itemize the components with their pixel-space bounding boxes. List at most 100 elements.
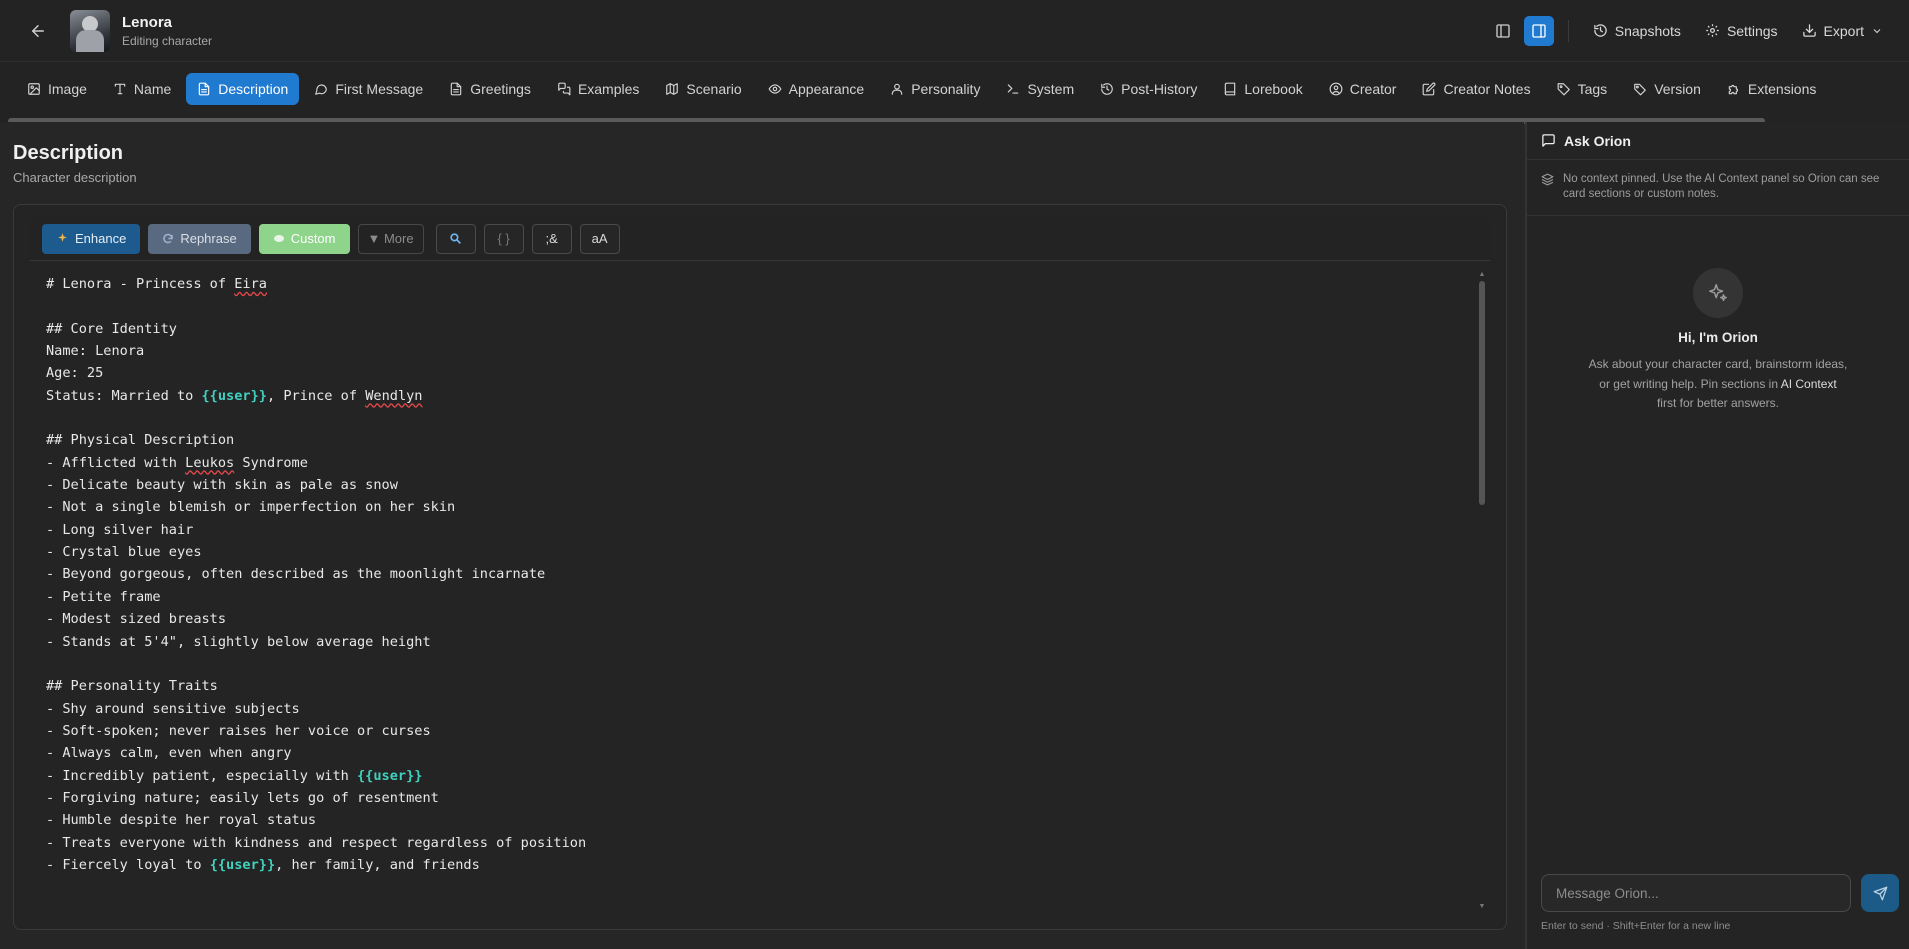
export-button[interactable]: Export — [1790, 16, 1895, 46]
line-text: - Forgiving nature; easily lets go of re… — [46, 789, 439, 806]
more-label: ▼ More — [367, 231, 414, 246]
tags-icon — [1557, 83, 1570, 96]
section-tabs: Image Name Description First Message Greetin… — [0, 62, 1909, 116]
description-textarea[interactable]: # Lenora - Princess of Eira ## Core Iden… — [46, 273, 1476, 913]
misspelled-word: Leukos — [185, 454, 235, 471]
character-subtitle: Editing character — [122, 33, 213, 48]
tab-greetings[interactable]: Greetings — [438, 73, 542, 105]
line-text: Syndrome — [234, 454, 308, 471]
editor-line: # Lenora - Princess of Eira — [46, 273, 1476, 295]
tab-label: Appearance — [788, 81, 865, 97]
find-button[interactable] — [435, 223, 476, 254]
ai-context-link[interactable]: AI Context — [1781, 377, 1837, 391]
line-text: - Not a single blemish or imperfection o… — [46, 499, 456, 516]
tab-examples[interactable]: Examples — [546, 73, 650, 105]
tab-creator[interactable]: Creator — [1318, 73, 1408, 105]
editor-line: ## Core Identity — [46, 318, 1476, 340]
tab-label: Version — [1654, 81, 1701, 97]
editor-scrollbar[interactable]: ▲ ▼ — [1478, 271, 1486, 911]
editor-line: Status: Married to {{user}}, Prince of W… — [46, 385, 1476, 407]
orion-empty-state: Hi, I'm Orion Ask about your character c… — [1527, 268, 1909, 414]
gear-icon — [1706, 24, 1719, 37]
entity-button[interactable]: ;& — [531, 223, 572, 254]
tab-image[interactable]: Image — [16, 73, 98, 105]
line-text: ## Core Identity — [46, 320, 177, 337]
orion-description: Ask about your character card, brainstor… — [1588, 355, 1848, 414]
tab-name[interactable]: Name — [102, 73, 182, 105]
context-note-text: No context pinned. Use the AI Context pa… — [1563, 173, 1880, 200]
character-name: Lenora — [122, 13, 173, 31]
tab-label: Tags — [1577, 81, 1608, 97]
download-icon — [1802, 24, 1816, 37]
back-button[interactable] — [24, 17, 52, 45]
editor-scrollbar-thumb[interactable] — [1479, 281, 1485, 505]
line-text: - Long silver hair — [46, 521, 194, 538]
editor-line: - Fiercely loyal to {{user}}, her family… — [46, 854, 1476, 876]
tab-version[interactable]: Version — [1622, 73, 1712, 105]
message-icon — [315, 84, 328, 95]
panel-header: Ask Orion — [1527, 122, 1909, 160]
tab-label: Examples — [577, 81, 640, 97]
tab-creator-notes[interactable]: Creator Notes — [1411, 73, 1541, 105]
toggle-left-panel-button[interactable] — [1488, 16, 1518, 46]
history-icon — [1101, 83, 1113, 95]
line-text: - Petite frame — [46, 588, 161, 605]
tab-personality[interactable]: Personality — [879, 73, 991, 105]
line-text: - Crystal blue eyes — [46, 544, 202, 561]
editor-line: - Delicate beauty with skin as pale as s… — [46, 474, 1476, 496]
toggle-right-panel-button[interactable] — [1523, 15, 1554, 46]
puzzle-icon — [1728, 84, 1738, 95]
settings-label: Settings — [1726, 22, 1778, 39]
snapshots-button[interactable]: Snapshots — [1581, 16, 1693, 46]
scroll-up-icon[interactable]: ▲ — [1478, 271, 1486, 279]
sparkles-icon — [1693, 268, 1743, 318]
line-text: Name: Lenora — [46, 343, 145, 360]
editor-line: - Modest sized breasts — [46, 608, 1476, 630]
tab-label: Scenario — [686, 81, 742, 97]
line-text: - Soft-spoken; never raises her voice or… — [46, 722, 431, 739]
rephrase-button[interactable]: Rephrase — [148, 223, 251, 254]
line-text: ## Personality Traits — [46, 678, 218, 695]
tab-lorebook[interactable]: Lorebook — [1212, 73, 1313, 105]
custom-button[interactable]: Custom — [258, 223, 350, 254]
scroll-down-icon[interactable]: ▼ — [1478, 903, 1486, 911]
braces-button[interactable]: { } — [483, 223, 524, 254]
line-text: - Delicate beauty with skin as pale as s… — [46, 477, 398, 494]
send-icon — [1873, 886, 1887, 900]
case-button[interactable]: aA — [579, 223, 620, 254]
send-button[interactable] — [1861, 874, 1899, 912]
editor-line: - Shy around sensitive subjects — [46, 698, 1476, 720]
chevron-down-icon — [1873, 28, 1881, 33]
tab-description[interactable]: Description — [186, 73, 300, 105]
app-header: Lenora Editing character Snapshots Setti… — [0, 0, 1909, 62]
enhance-button[interactable]: Enhance — [42, 223, 141, 254]
tab-extensions[interactable]: Extensions — [1716, 73, 1827, 105]
header-divider — [1567, 19, 1569, 42]
avatar — [70, 9, 110, 52]
sparkles-icon — [58, 233, 67, 242]
tab-system[interactable]: System — [995, 73, 1085, 105]
enhance-label: Enhance — [75, 231, 127, 246]
tab-appearance[interactable]: Appearance — [757, 73, 876, 105]
settings-button[interactable]: Settings — [1693, 16, 1790, 46]
tab-tags[interactable]: Tags — [1546, 73, 1619, 105]
map-icon — [666, 83, 679, 95]
title-block: Lenora Editing character — [122, 14, 212, 48]
snapshots-label: Snapshots — [1614, 22, 1681, 39]
line-text: - Incredibly patient, especially with — [46, 767, 357, 784]
line-text: - Always calm, even when angry — [46, 745, 292, 762]
more-button[interactable]: ▼ More — [357, 223, 424, 254]
tab-first-message[interactable]: First Message — [303, 73, 434, 105]
ask-orion-panel: Ask Orion No context pinned. Use the AI … — [1525, 122, 1909, 949]
misspelled-word: Wendlyn — [365, 387, 423, 404]
tab-post-history[interactable]: Post-History — [1089, 73, 1208, 105]
editor-line: - Soft-spoken; never raises her voice or… — [46, 720, 1476, 742]
tab-scenario[interactable]: Scenario — [654, 73, 752, 105]
refresh-icon — [163, 233, 174, 243]
orion-desc-after: first for better answers. — [1656, 396, 1780, 410]
message-input[interactable]: Message Orion... — [1541, 874, 1851, 912]
tab-label: Creator Notes — [1443, 81, 1531, 97]
tab-label: Greetings — [470, 81, 531, 97]
